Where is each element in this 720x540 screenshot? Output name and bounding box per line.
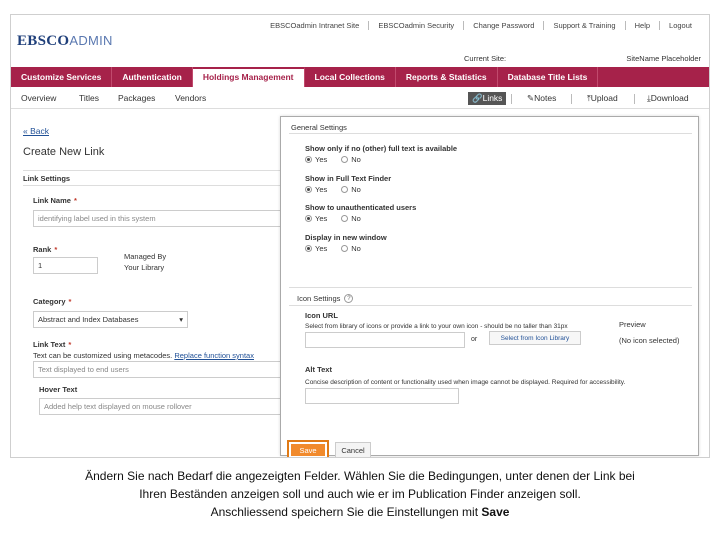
radio-empty-icon [341, 156, 349, 163]
link-text-input[interactable]: Text displayed to end users [33, 361, 283, 378]
radio-group-new-window: Yes No [305, 244, 361, 253]
tool-download[interactable]: ⤓Download [643, 92, 693, 105]
question-no-other-fulltext: Show only if no (other) full text is ava… [305, 144, 458, 153]
preview-value: (No icon selected) [619, 336, 680, 345]
sub-nav: Overview Titles Packages Vendors 🔗Links … [11, 91, 709, 109]
radio-group-no-other-fulltext: Yes No [305, 155, 361, 164]
question-unauthenticated: Show to unauthenticated users [305, 203, 417, 212]
tool-notes[interactable]: ✎Notes [523, 92, 560, 105]
category-label: Category * [33, 297, 72, 306]
rank-input[interactable]: 1 [33, 257, 98, 274]
tab-reports-statistics[interactable]: Reports & Statistics [396, 67, 498, 87]
radio-no[interactable]: No [341, 244, 361, 253]
preview-label: Preview [619, 320, 646, 329]
toplink-security[interactable]: EBSCOadmin Security [368, 21, 463, 30]
link-settings-heading: Link Settings [23, 174, 71, 183]
icon-url-label: Icon URL [305, 311, 338, 320]
toplink-support[interactable]: Support & Training [543, 21, 624, 30]
select-from-icon-library-button[interactable]: Select from Icon Library [489, 331, 581, 345]
tab-authentication[interactable]: Authentication [112, 67, 193, 87]
top-links: EBSCOadmin Intranet Site EBSCOadmin Secu… [261, 21, 701, 30]
save-button[interactable]: Save [287, 440, 329, 457]
radio-no[interactable]: No [341, 155, 361, 164]
radio-yes[interactable]: Yes [305, 185, 327, 194]
hover-text-label: Hover Text [39, 385, 78, 394]
divider [289, 287, 692, 288]
radio-yes[interactable]: Yes [305, 214, 327, 223]
screenshot-frame: EBSCOadmin Intranet Site EBSCOadmin Secu… [10, 14, 710, 458]
radio-no[interactable]: No [341, 185, 361, 194]
tool-upload[interactable]: ⤒Upload [583, 92, 622, 105]
radio-selected-icon [305, 186, 312, 193]
main-nav: Customize Services Authentication Holdin… [11, 67, 709, 87]
or-text: or [471, 336, 478, 343]
managed-by: Managed By Your Library [124, 252, 167, 272]
cancel-button[interactable]: Cancel [335, 442, 371, 457]
radio-group-unauthenticated: Yes No [305, 214, 361, 223]
toplink-logout[interactable]: Logout [659, 21, 701, 30]
ebscoadmin-logo: EBSCOADMIN [17, 33, 113, 49]
general-settings-heading: General Settings [291, 123, 347, 132]
radio-empty-icon [341, 215, 349, 222]
link-name-label: Link Name * [33, 196, 77, 205]
radio-empty-icon [341, 245, 349, 252]
toplink-change-password[interactable]: Change Password [463, 21, 543, 30]
rank-label: Rank * [33, 245, 58, 254]
caret-down-icon: ▾ [179, 315, 183, 324]
icon-url-help: Select from library of icons or provide … [305, 323, 568, 330]
radio-yes[interactable]: Yes [305, 155, 327, 164]
link-name-input[interactable]: identifying label used in this system [33, 210, 283, 227]
divider [571, 94, 572, 104]
tool-links[interactable]: 🔗Links [468, 92, 507, 105]
link-icon: 🔗 [472, 93, 483, 103]
category-select[interactable]: Abstract and Index Databases ▾ [33, 311, 188, 328]
replace-function-syntax-link[interactable]: Replace function syntax [174, 351, 254, 360]
radio-empty-icon [341, 186, 349, 193]
back-link[interactable]: « Back [23, 126, 49, 136]
link-text-label: Link Text * [33, 340, 72, 349]
divider [23, 185, 291, 186]
radio-selected-icon [305, 245, 312, 252]
radio-selected-icon [305, 215, 312, 222]
tab-database-title-lists[interactable]: Database Title Lists [498, 67, 599, 87]
tab-customize-services[interactable]: Customize Services [11, 67, 113, 87]
toplink-help[interactable]: Help [624, 21, 659, 30]
subnav-packages[interactable]: Packages [118, 93, 155, 103]
alt-text-input[interactable] [305, 388, 459, 404]
link-settings-dialog: General Settings Show only if no (other)… [280, 116, 699, 457]
divider [289, 133, 692, 134]
instruction-caption: Ändern Sie nach Bedarf die angezeigten F… [85, 469, 635, 519]
icon-settings-heading: Icon Settings? [297, 294, 354, 303]
tab-holdings-management[interactable]: Holdings Management [192, 67, 305, 87]
radio-no[interactable]: No [341, 214, 361, 223]
alt-text-help: Concise description of content or functi… [305, 379, 626, 386]
divider [511, 94, 512, 104]
radio-group-full-text-finder: Yes No [305, 185, 361, 194]
page-title: Create New Link [23, 146, 105, 158]
icon-url-input[interactable] [305, 332, 465, 348]
toplink-intranet[interactable]: EBSCOadmin Intranet Site [261, 21, 368, 30]
current-site-label: Current Site: [464, 54, 507, 63]
divider [634, 94, 635, 104]
divider [23, 170, 291, 171]
subnav-vendors[interactable]: Vendors [175, 93, 206, 103]
question-new-window: Display in new window [305, 233, 387, 242]
alt-text-label: Alt Text [305, 365, 332, 374]
subnav-overview[interactable]: Overview [21, 93, 56, 103]
link-text-note: Text can be customized using metacodes. … [33, 351, 254, 360]
divider [289, 305, 692, 306]
radio-yes[interactable]: Yes [305, 244, 327, 253]
tab-local-collections[interactable]: Local Collections [305, 67, 396, 87]
subnav-titles[interactable]: Titles [79, 93, 99, 103]
question-full-text-finder: Show in Full Text Finder [305, 174, 392, 183]
current-site-value: SiteName Placeholder [626, 54, 701, 63]
radio-selected-icon [305, 156, 312, 163]
help-icon[interactable]: ? [344, 294, 354, 303]
hover-text-input[interactable]: Added help text displayed on mouse rollo… [39, 398, 283, 415]
